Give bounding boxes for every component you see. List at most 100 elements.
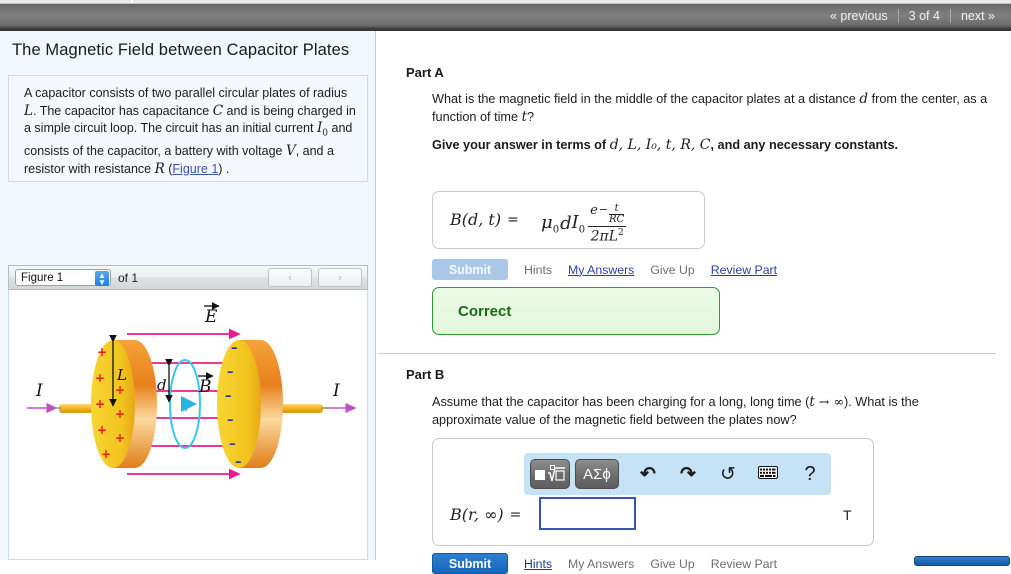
svg-text:+: + [95,397,105,411]
part-b-answer-box: ΑΣϕ ↶ ↷ ↺ ? B(r, ∞) = T [432,438,874,546]
svg-text:+: + [115,383,125,397]
template-math-button[interactable] [530,459,570,489]
part-a-label: Part A [406,65,444,80]
label-L: L [116,366,127,384]
part-a-feedback-correct: Correct [432,287,720,335]
keyboard-icon[interactable] [751,463,785,485]
var-C: C [212,102,224,119]
browser-top-bar: « previous 3 of 4 next » [0,0,1011,31]
problem-statement-box: A capacitor consists of two parallel cir… [8,75,368,182]
svg-text:+: + [97,423,107,437]
svg-text:+: + [115,431,125,445]
label-I-left: I [35,381,43,401]
part-b-question-a: Assume that the capacitor has been charg… [432,395,810,409]
svg-text:E: E [204,307,218,327]
exponent-fraction: t RC [609,203,625,225]
capacitor-plate-right [217,340,283,468]
part-a-question-c: ? [527,109,535,124]
figure-prev-button[interactable]: ‹ [268,268,312,287]
part-b-review-part-link[interactable]: Review Part [711,557,777,571]
part-a-answer-box: B(d, t) = μ0 d I0 e − t RC 2πL2 [432,191,705,249]
answer-var-d: d [560,213,572,235]
reset-icon[interactable]: ↺ [711,463,745,486]
var-L: L [24,102,33,119]
part-a-answer-lhs: B(d, t) [450,210,502,229]
page-root: « previous 3 of 4 next » The Magnetic Fi… [0,0,1011,574]
svg-text:–: – [235,455,242,470]
part-b-question: Assume that the capacitor has been charg… [432,393,950,429]
part-a-review-part-link[interactable]: Review Part [711,263,777,277]
svg-text:B: B [198,377,212,397]
section-divider [378,353,996,354]
previous-link[interactable]: « previous [820,9,898,23]
problem-text-p6-close: ) . [218,162,230,177]
var-R: R [154,161,165,178]
math-editor-toolbar: ΑΣϕ ↶ ↷ ↺ ? [524,453,831,495]
svg-text:–: – [225,389,232,404]
figure-select-value: Figure 1 [21,271,64,284]
part-b-answer-lhs: B(r, ∞) [450,505,504,524]
figure-toolbar: Figure 1 ▲ ▼ of 1 ‹ › [8,265,368,290]
part-b-answer-unit: T [843,507,852,523]
figure-select[interactable]: Figure 1 ▲ ▼ [15,269,111,286]
mu-zero: μ0 [541,212,560,236]
fraction-numerator: e − t RC [590,203,625,225]
help-icon[interactable]: ? [793,463,827,486]
answer-var-I0: I0 [571,212,586,236]
greek-symbols-button[interactable]: ΑΣϕ [575,459,619,489]
part-b-action-row: Submit Hints My Answers Give Up Review P… [432,553,777,574]
label-E-vector: E [204,302,220,327]
part-a-hints-link[interactable]: Hints [524,263,552,277]
svg-text:+: + [97,345,107,359]
next-link[interactable]: next » [951,9,1005,23]
svg-text:–: – [229,437,236,452]
part-a-my-answers-link[interactable]: My Answers [568,263,634,277]
part-a-give-up-link[interactable]: Give Up [650,263,694,277]
problem-text-p2: . The capacitor has capacitance [32,103,213,118]
part-b-answer-input[interactable] [539,497,636,530]
svg-text:–: – [227,413,234,428]
part-a-submit-button[interactable]: Submit [432,259,508,280]
figure-count-label: of 1 [118,270,139,285]
part-a-answer-equals: = [507,211,519,228]
problem-statement-text: A capacitor consists of two parallel cir… [24,85,356,179]
pagination-nav: « previous 3 of 4 next » [820,7,1005,25]
part-a-instruction-prefix: Give your answer in terms of [432,138,610,152]
part-a-instruction-suffix: , and any necessary constants. [710,138,899,152]
svg-text:+: + [101,447,111,461]
nav-divider-1 [897,9,899,23]
left-panel: The Magnetic Field between Capacitor Pla… [0,31,376,560]
redo-icon[interactable]: ↷ [671,463,705,486]
page-title: The Magnetic Field between Capacitor Pla… [12,41,350,59]
svg-text:+: + [115,407,125,421]
part-a-answer-expression: B(d, t) = [450,210,519,229]
part-b-answer-row: B(r, ∞) = [450,505,521,524]
template-math-icon [535,464,565,481]
tab-notch [131,0,133,3]
part-a-feedback-text: Correct [458,302,512,320]
part-a-instruction-vars: d, L, I₀, t, R, C [609,137,711,153]
problem-text-p1: A capacitor consists of two parallel cir… [24,86,348,100]
part-b-my-answers-link[interactable]: My Answers [568,557,634,571]
part-b-label: Part B [406,367,445,382]
svg-text:+: + [95,371,105,385]
part-b-give-up-link[interactable]: Give Up [650,557,694,571]
figure-1-link[interactable]: Figure 1 [172,162,218,176]
right-panel: Part A What is the magnetic field in the… [377,31,1011,574]
part-b-submit-button[interactable]: Submit [432,553,508,574]
svg-text:–: – [227,365,234,380]
window-chrome-edge [0,0,1011,4]
chevron-updown-icon[interactable]: ▲ ▼ [95,271,109,286]
figure-canvas: – – – – – – + + + + + + + + L d E B I I [8,290,368,560]
nav-divider-2 [949,9,951,23]
figure-next-button[interactable]: › [318,268,362,287]
page-indicator: 3 of 4 [908,9,940,23]
svg-text:–: – [231,341,238,356]
part-a-action-row: Submit Hints My Answers Give Up Review P… [432,259,777,280]
undo-icon[interactable]: ↶ [631,463,665,486]
part-a-question: What is the magnetic field in the middle… [432,91,997,126]
next-problem-button-partial[interactable] [914,556,1010,566]
part-b-hints-link[interactable]: Hints [524,557,552,571]
var-I0: I0 [316,120,329,139]
fraction-denominator: 2πL2 [590,228,624,245]
